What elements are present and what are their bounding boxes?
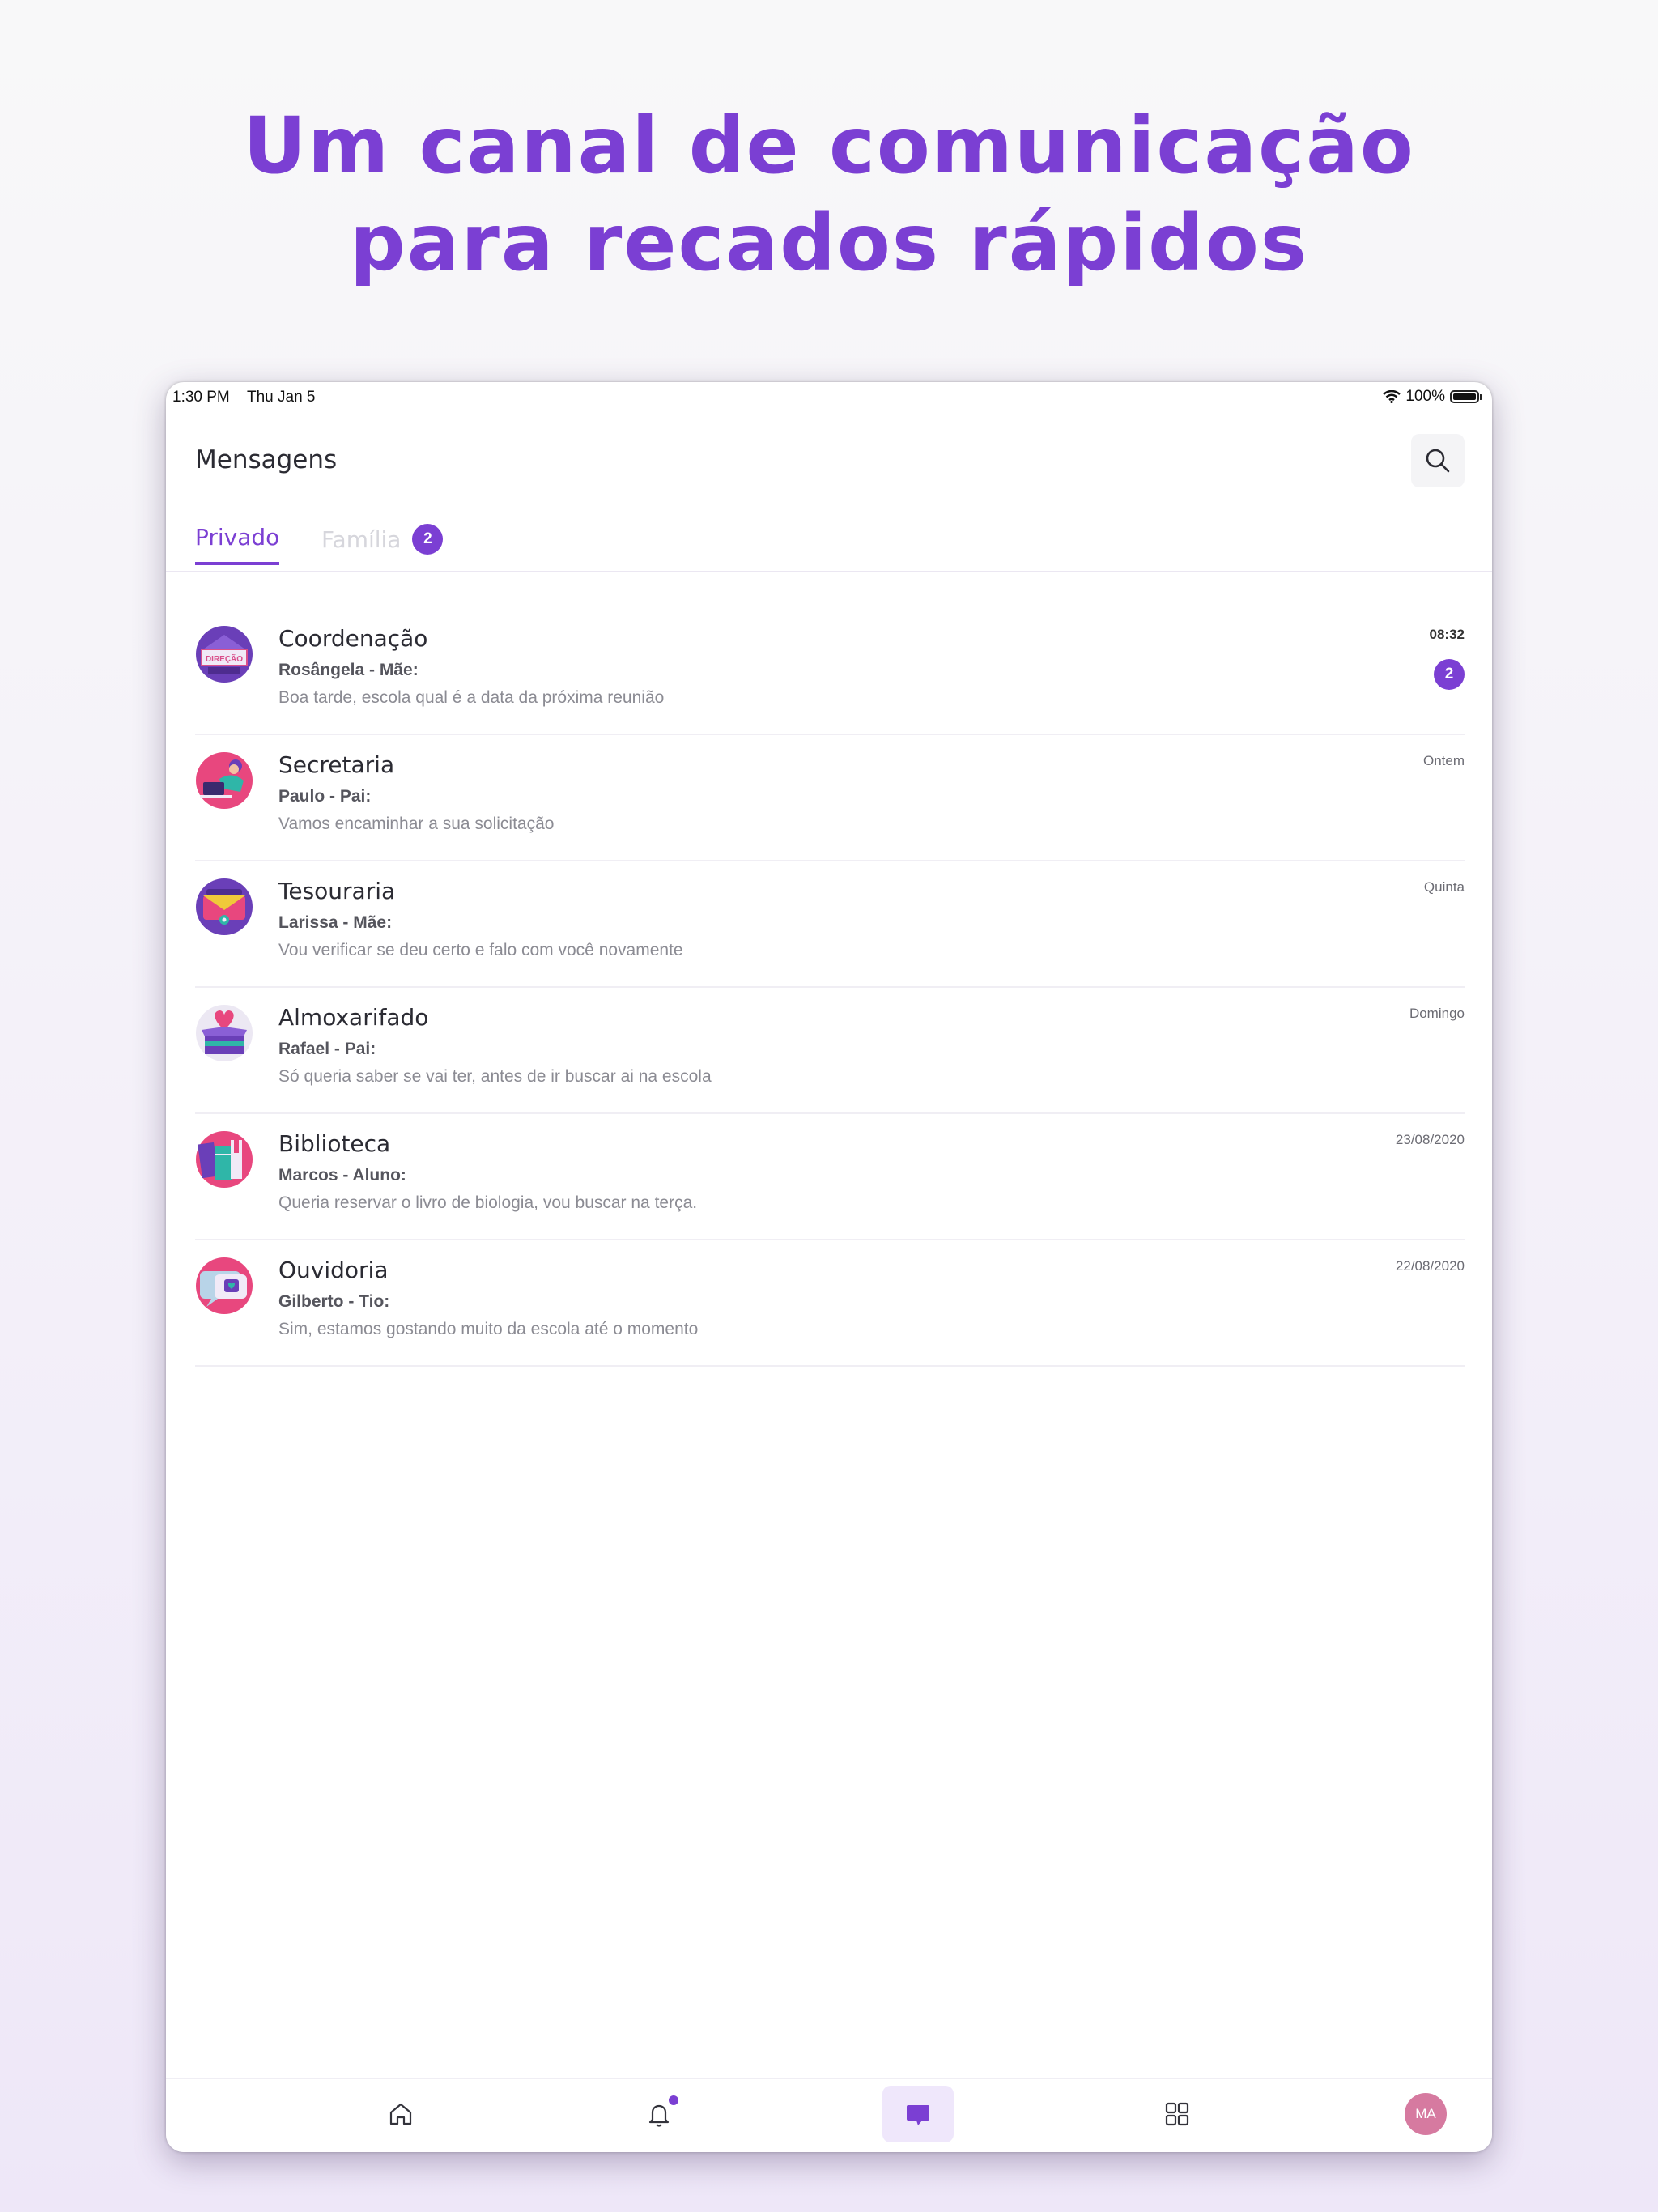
conversation-time: Domingo <box>1409 1006 1465 1021</box>
conversation-row-ouvidoria[interactable]: Ouvidoria Gilberto - Tio: Sim, estamos g… <box>195 1240 1465 1367</box>
headline-line-2: para recados rápidos <box>350 198 1308 288</box>
conversation-row-almoxarifado[interactable]: Almoxarifado Rafael - Pai: Só queria sab… <box>195 988 1465 1114</box>
conversation-preview: Vamos encaminhar a sua solicitação <box>278 815 555 833</box>
conversation-list: DIREÇÃO Coordenação Rosângela - Mãe: Boa… <box>195 609 1465 1367</box>
grid-icon <box>1165 2102 1189 2126</box>
conversation-title: Coordenação <box>278 625 428 652</box>
nav-home[interactable] <box>365 2086 436 2142</box>
conversation-sender: Rosângela - Mãe: <box>278 661 419 679</box>
headline-line-1: Um canal de comunicação <box>243 100 1415 191</box>
tab-privado-label: Privado <box>195 524 280 551</box>
bottom-nav: MA <box>166 2078 1492 2152</box>
nav-apps[interactable] <box>1141 2086 1213 2142</box>
tab-familia-label: Família <box>321 525 402 553</box>
nav-messages[interactable] <box>882 2086 954 2142</box>
conversation-sender: Marcos - Aluno: <box>278 1166 406 1185</box>
conversation-title: Biblioteca <box>278 1130 391 1157</box>
tab-bar: Privado Família 2 <box>166 524 1492 572</box>
tab-privado[interactable]: Privado <box>195 524 280 565</box>
conversation-row-biblioteca[interactable]: Biblioteca Marcos - Aluno: Queria reserv… <box>195 1114 1465 1240</box>
conversation-title: Secretaria <box>278 751 395 778</box>
conversation-preview: Queria reservar o livro de biologia, vou… <box>278 1193 698 1212</box>
conversation-time: Quinta <box>1423 879 1465 895</box>
conversation-title: Tesouraria <box>278 878 396 904</box>
notification-dot <box>669 2095 678 2105</box>
chat-icon <box>907 2105 929 2125</box>
conversation-row-tesouraria[interactable]: Tesouraria Larissa - Mãe: Vou verificar … <box>195 861 1465 988</box>
tab-familia[interactable]: Família 2 <box>321 524 444 555</box>
tesouraria-avatar-icon <box>196 878 253 935</box>
conversation-sender: Rafael - Pai: <box>278 1040 376 1058</box>
conversation-title: Almoxarifado <box>278 1004 429 1031</box>
battery-tip <box>1480 393 1482 400</box>
status-bar: 1:30 PM Thu Jan 5 100% <box>166 382 1492 411</box>
nav-profile[interactable]: MA <box>1390 2086 1461 2142</box>
conversation-preview: Sim, estamos gostando muito da escola at… <box>278 1320 699 1338</box>
conversation-preview: Só queria saber se vai ter, antes de ir … <box>278 1067 712 1086</box>
coordenacao-avatar-text: DIREÇÃO <box>206 653 243 664</box>
conversation-row-coordenacao[interactable]: DIREÇÃO Coordenação Rosângela - Mãe: Boa… <box>195 609 1465 735</box>
almoxarifado-avatar-icon <box>196 1005 253 1061</box>
conversation-title: Ouvidoria <box>278 1257 389 1283</box>
status-right: 100% <box>1383 388 1482 406</box>
search-button[interactable] <box>1411 434 1465 487</box>
conversation-sender: Larissa - Mãe: <box>278 913 393 932</box>
battery-percent: 100% <box>1405 388 1445 405</box>
battery-icon <box>1450 390 1479 403</box>
home-icon <box>389 2103 412 2125</box>
nav-notifications[interactable] <box>623 2086 695 2142</box>
headline: Um canal de comunicação para recados ráp… <box>0 97 1658 291</box>
wifi-icon <box>1383 390 1401 403</box>
bell-icon <box>648 2104 670 2127</box>
coordenacao-avatar-icon: DIREÇÃO <box>196 626 253 683</box>
conversation-preview: Boa tarde, escola qual é a data da próxi… <box>278 688 665 707</box>
search-icon <box>1426 449 1450 473</box>
conversation-row-secretaria[interactable]: Secretaria Paulo - Pai: Vamos encaminhar… <box>195 735 1465 861</box>
profile-avatar: MA <box>1405 2093 1447 2135</box>
unread-badge: 2 <box>1434 659 1465 690</box>
ouvidoria-avatar-icon <box>196 1257 253 1314</box>
status-time: 1:30 PM <box>172 389 230 406</box>
biblioteca-avatar-icon <box>196 1131 253 1188</box>
tablet-screen: 1:30 PM Thu Jan 5 100% Mensagens Privado… <box>166 382 1492 2152</box>
page-title: Mensagens <box>195 445 338 474</box>
secretaria-avatar-icon <box>196 752 253 809</box>
conversation-time: 22/08/2020 <box>1395 1258 1465 1274</box>
tab-familia-badge: 2 <box>412 524 444 555</box>
conversation-time: 23/08/2020 <box>1395 1132 1465 1147</box>
status-date: Thu Jan 5 <box>247 389 316 406</box>
conversation-sender: Paulo - Pai: <box>278 787 372 806</box>
conversation-time: 08:32 <box>1429 627 1465 642</box>
conversation-preview: Vou verificar se deu certo e falo com vo… <box>278 941 683 959</box>
conversation-sender: Gilberto - Tio: <box>278 1292 390 1311</box>
conversation-time: Ontem <box>1422 753 1465 768</box>
